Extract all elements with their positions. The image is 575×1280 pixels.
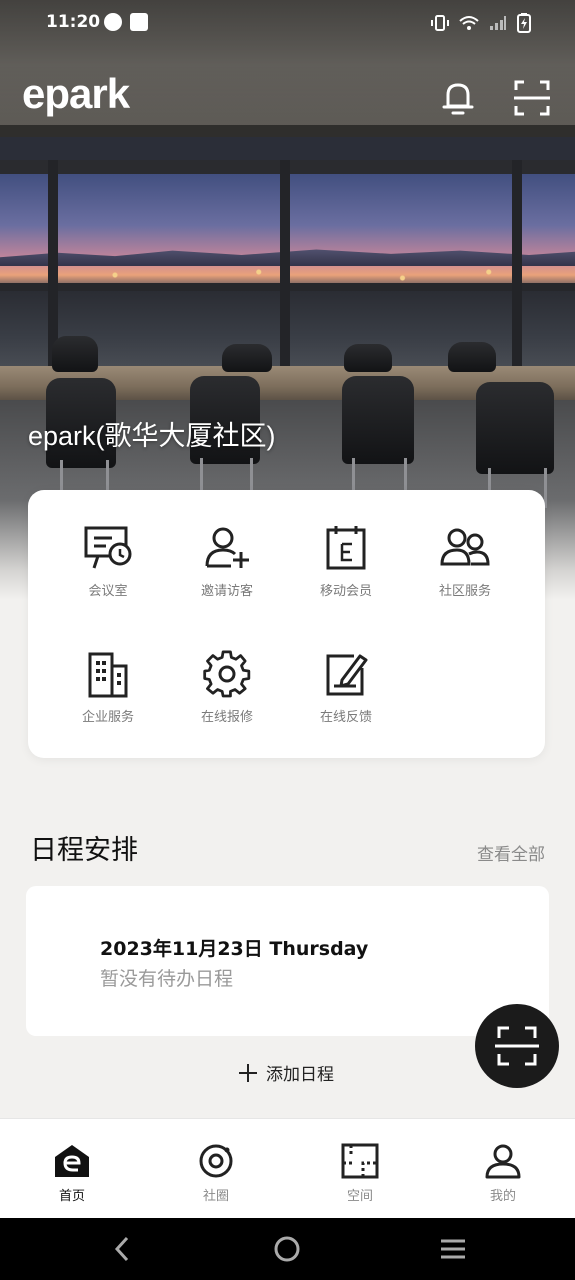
nav-profile[interactable]: 我的	[453, 1143, 553, 1204]
scan-button[interactable]	[512, 78, 552, 118]
community-circle-icon	[199, 1144, 233, 1178]
service-repair[interactable]: 在线报修	[167, 650, 287, 725]
service-label: 在线报修	[200, 710, 253, 725]
speed-icon	[104, 13, 122, 31]
nav-label: 空间	[346, 1189, 373, 1204]
meeting-room-icon	[84, 526, 132, 569]
community-name[interactable]: epark(歌华大厦社区)	[28, 414, 276, 453]
system-menu-button[interactable]	[438, 1234, 468, 1264]
notifications-button[interactable]	[438, 78, 478, 118]
service-label: 会议室	[88, 584, 128, 599]
service-label: 企业服务	[81, 710, 134, 725]
bell-icon	[442, 83, 474, 115]
hero-chair	[52, 336, 98, 372]
hero-mullion	[280, 160, 290, 370]
nav-community[interactable]: 社圈	[166, 1143, 266, 1204]
vibrate-icon	[431, 15, 449, 31]
repair-gear-icon	[203, 650, 251, 698]
add-schedule-label: 添加日程	[266, 1065, 334, 1085]
hero-chair	[476, 382, 554, 474]
space-icon	[341, 1143, 379, 1179]
hero-chair	[448, 342, 496, 372]
service-community[interactable]: 社区服务	[405, 524, 525, 599]
hero-chair	[342, 376, 414, 464]
schedule-date: 2023年11月23日 Thursday	[100, 938, 369, 960]
enterprise-building-icon	[88, 652, 128, 698]
add-schedule-button[interactable]: 添加日程	[238, 1060, 334, 1085]
service-label: 在线反馈	[319, 710, 372, 725]
service-mobile-member[interactable]: 移动会员	[286, 524, 406, 599]
hero-chair	[344, 344, 392, 372]
service-invite-visitor[interactable]: 邀请访客	[167, 524, 287, 599]
menu-icon	[441, 1239, 465, 1259]
nav-home[interactable]: 首页	[22, 1143, 122, 1204]
bottom-nav: 首页 社圈 空间 我的	[0, 1118, 575, 1218]
status-bar: 11:20	[0, 0, 575, 46]
scan-fab-button[interactable]	[475, 1004, 559, 1088]
wifi-icon	[459, 16, 479, 30]
schedule-empty-text: 暂没有待办日程	[100, 968, 234, 990]
hero-mullion	[512, 160, 522, 370]
profile-icon	[485, 1144, 521, 1179]
hero-chair	[222, 344, 272, 372]
back-chevron-icon	[114, 1236, 129, 1262]
view-all-link[interactable]: 查看全部	[477, 840, 545, 865]
system-nav-bar	[0, 1218, 575, 1280]
home-icon	[55, 1145, 89, 1177]
service-label: 移动会员	[319, 584, 372, 599]
service-feedback[interactable]: 在线反馈	[286, 650, 406, 725]
nav-label: 首页	[58, 1189, 85, 1204]
signal-icon	[490, 16, 506, 30]
shopping-bag-icon	[130, 13, 148, 31]
system-home-button[interactable]	[272, 1234, 302, 1264]
service-label: 邀请访客	[200, 584, 253, 599]
system-back-button[interactable]	[107, 1234, 137, 1264]
schedule-title: 日程安排	[30, 835, 138, 866]
nav-label: 我的	[489, 1189, 516, 1204]
schedule-card[interactable]: 2023年11月23日 Thursday 暂没有待办日程	[26, 886, 549, 1036]
community-service-icon	[440, 528, 490, 566]
battery-charging-icon	[517, 13, 531, 33]
service-meeting-room[interactable]: 会议室	[48, 524, 168, 599]
status-time: 11:20	[46, 12, 101, 32]
home-circle-icon	[274, 1236, 300, 1262]
feedback-edit-icon	[326, 654, 368, 696]
plus-icon	[239, 1063, 257, 1082]
service-label: 社区服务	[438, 584, 491, 599]
services-card: 会议室 邀请访客 移动会员 社区服务 企业服务 在线报修 在线反馈	[28, 490, 545, 758]
invite-visitor-icon	[205, 527, 249, 568]
member-card-icon	[326, 526, 366, 570]
nav-space[interactable]: 空间	[310, 1143, 410, 1204]
scan-icon	[514, 80, 550, 116]
nav-label: 社圈	[202, 1189, 229, 1204]
service-enterprise[interactable]: 企业服务	[48, 650, 168, 725]
app-logo: epark	[22, 70, 130, 117]
scan-icon	[495, 1026, 539, 1066]
